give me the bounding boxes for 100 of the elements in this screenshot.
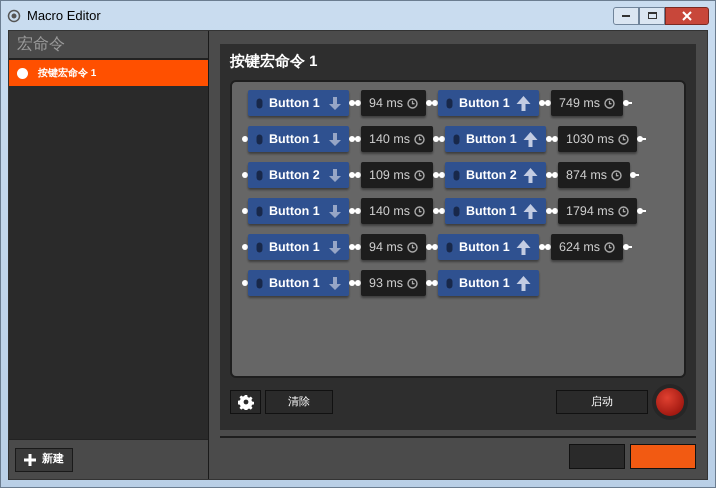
mouse-icon — [256, 242, 263, 252]
step-label: Button 1 — [269, 202, 321, 220]
mouse-icon — [256, 170, 263, 180]
delay-step[interactable]: 94 ms — [361, 234, 426, 260]
delay-step[interactable]: 94 ms — [361, 90, 426, 116]
connector-icon — [242, 244, 248, 250]
delay-value: 874 ms — [566, 166, 607, 184]
step-label: Button 2 — [269, 166, 321, 184]
mouse-icon — [446, 98, 454, 108]
connector-icon — [242, 280, 248, 286]
step-label: Button 1 — [459, 238, 510, 256]
delay-value: 624 ms — [559, 238, 600, 256]
clear-button[interactable]: 清除 — [265, 390, 333, 414]
delay-value: 140 ms — [369, 202, 410, 220]
mouse-button-step[interactable]: Button 1 — [445, 198, 546, 224]
window-title: Macro Editor — [27, 6, 101, 25]
delay-step[interactable]: 749 ms — [551, 90, 624, 116]
mouse-icon — [446, 242, 454, 252]
connector-icon — [349, 207, 361, 215]
delay-value: 749 ms — [559, 94, 600, 112]
mouse-icon — [256, 278, 263, 288]
mouse-button-step[interactable]: Button 1 — [445, 126, 546, 152]
connector-icon — [426, 279, 438, 287]
clock-icon — [604, 242, 616, 252]
delay-value: 140 ms — [369, 130, 410, 148]
mouse-button-step[interactable]: Button 1 — [438, 90, 540, 116]
clock-icon — [407, 278, 418, 288]
delay-step[interactable]: 109 ms — [361, 162, 433, 188]
step-label: Button 1 — [466, 130, 517, 148]
connector-icon — [623, 100, 632, 106]
connector-icon — [349, 279, 361, 287]
start-button[interactable]: 启动 — [556, 390, 648, 414]
app-logo-icon — [7, 8, 21, 22]
delay-step[interactable]: 1030 ms — [558, 126, 637, 152]
step-label: Button 1 — [269, 238, 321, 256]
connector-icon — [433, 171, 445, 179]
connector-icon — [546, 207, 558, 215]
mouse-button-step[interactable]: Button 1 — [248, 234, 349, 260]
mouse-button-step[interactable]: Button 2 — [248, 162, 349, 188]
mouse-icon — [453, 134, 460, 144]
settings-icon — [238, 394, 254, 410]
delay-value: 1030 ms — [566, 130, 614, 148]
connector-icon — [349, 99, 361, 107]
close-icon — [682, 10, 692, 20]
step-label: Button 1 — [269, 274, 321, 292]
clock-icon — [611, 170, 622, 180]
plus-icon — [24, 454, 36, 466]
mouse-icon — [256, 98, 263, 108]
delay-value: 94 ms — [369, 94, 404, 112]
mouse-icon — [256, 134, 263, 144]
delay-step[interactable]: 140 ms — [361, 198, 433, 224]
clock-icon — [414, 170, 425, 180]
connector-icon — [349, 171, 361, 179]
connector-icon — [546, 171, 558, 179]
step-label: Button 1 — [459, 94, 510, 112]
dialog-button[interactable] — [630, 444, 696, 469]
delay-step[interactable]: 93 ms — [361, 270, 426, 296]
connector-icon — [433, 135, 445, 143]
clock-icon — [407, 98, 418, 108]
clock-icon — [618, 134, 629, 144]
connector-icon — [636, 136, 646, 142]
step-label: Button 1 — [466, 202, 517, 220]
mouse-button-step[interactable]: Button 1 — [248, 198, 349, 224]
mouse-icon — [446, 278, 454, 288]
connector-icon — [242, 172, 248, 178]
connector-icon — [433, 207, 445, 215]
connector-icon — [242, 208, 248, 214]
delay-step[interactable]: 140 ms — [361, 126, 433, 152]
close-button[interactable] — [665, 6, 709, 24]
macro-name: 按键宏命令 1 — [38, 66, 96, 80]
delay-value: 94 ms — [369, 238, 404, 256]
step-label: Button 1 — [269, 94, 321, 112]
delay-value: 93 ms — [369, 274, 404, 292]
connector-icon — [539, 243, 552, 251]
mouse-button-step[interactable]: Button 2 — [445, 162, 546, 188]
delay-step[interactable]: 1794 ms — [558, 198, 637, 224]
step-label: Button 2 — [466, 166, 517, 184]
mouse-icon — [453, 206, 460, 216]
clock-icon — [414, 134, 425, 144]
delay-step[interactable]: 874 ms — [558, 162, 630, 188]
connector-icon — [426, 243, 438, 251]
connector-icon — [636, 208, 646, 214]
delay-step[interactable]: 624 ms — [551, 234, 624, 260]
connector-icon — [426, 99, 438, 107]
connector-icon — [242, 136, 248, 142]
minimize-button[interactable] — [613, 6, 639, 24]
connector-icon — [623, 244, 632, 250]
mouse-button-step[interactable]: Button 1 — [438, 234, 540, 260]
new-macro-button[interactable]: 新建 — [15, 448, 73, 472]
maximize-button[interactable] — [639, 6, 665, 24]
connector-icon — [349, 243, 361, 251]
mouse-button-step[interactable]: Button 1 — [438, 270, 540, 296]
mouse-button-step[interactable]: Button 1 — [248, 270, 349, 296]
mouse-button-step[interactable]: Button 1 — [248, 90, 349, 116]
connector-icon — [546, 135, 558, 143]
record-button[interactable] — [652, 384, 688, 420]
connector-icon — [349, 135, 361, 143]
connector-icon — [539, 99, 552, 107]
mouse-button-step[interactable]: Button 1 — [248, 126, 349, 152]
settings-button[interactable] — [230, 390, 261, 414]
